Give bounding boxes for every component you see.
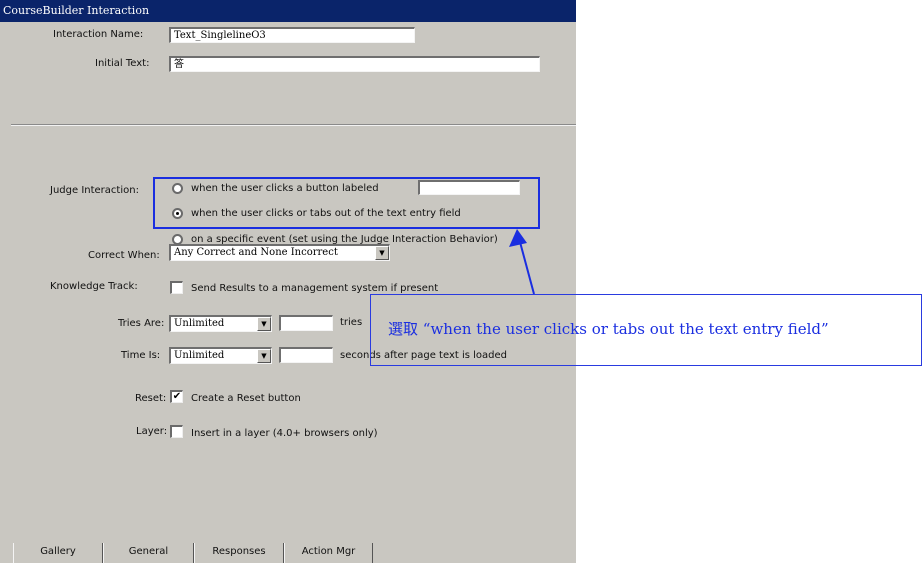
- annotation-arrow: [509, 229, 535, 295]
- arrow-shaft: [519, 241, 535, 295]
- annotation-callout-text: 選取 “when the user clicks or tabs out the…: [388, 318, 829, 339]
- annotation-text: “when the user clicks or tabs out the te…: [422, 320, 829, 338]
- annotation-prefix: 選取: [388, 320, 419, 338]
- arrow-head: [509, 229, 527, 247]
